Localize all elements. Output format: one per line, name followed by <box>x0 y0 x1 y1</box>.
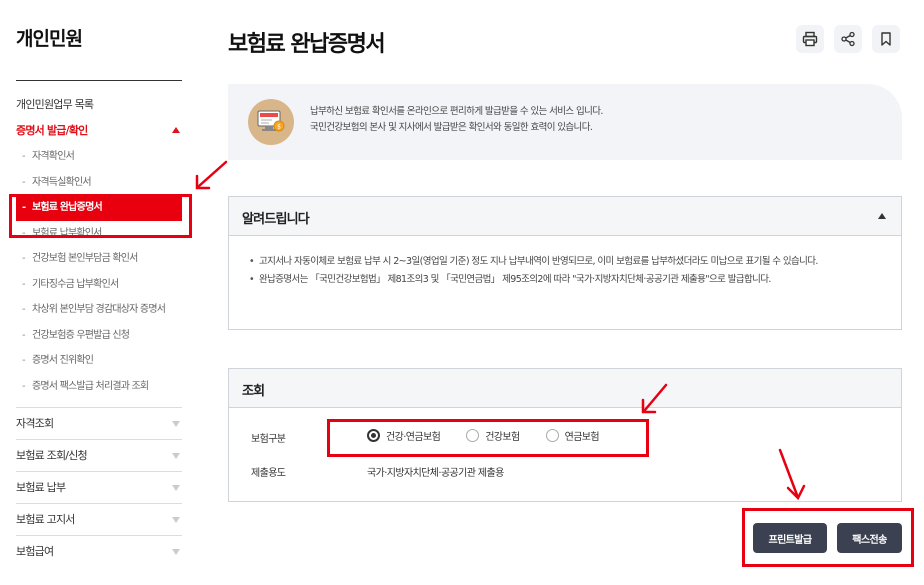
sidebar-subitem[interactable]: - 증명서 팩스발급 처리결과 조회 <box>16 374 182 400</box>
sidebar-subitem[interactable]: - 증명서 진위확인 <box>16 348 182 374</box>
chevron-down-icon <box>172 421 180 427</box>
annotation-box-sidebar <box>9 194 192 238</box>
bookmark-button[interactable] <box>872 25 900 53</box>
query-title: 조회 <box>242 384 265 399</box>
computer-coin-icon: $ <box>248 99 294 145</box>
purpose-label: 제출용도 <box>251 468 286 479</box>
sidebar-subitem[interactable]: - 건강보험증 우편발급 신청 <box>16 323 182 349</box>
chevron-down-icon <box>172 549 180 555</box>
chevron-down-icon <box>172 453 180 459</box>
service-info-box: $ 납부하신 보험료 확인서를 온라인으로 편리하게 발급받을 수 있는 서비스… <box>228 84 902 160</box>
sidebar-group[interactable]: 보험료 고지서 <box>16 503 182 535</box>
svg-text:$: $ <box>277 124 281 131</box>
bookmark-icon <box>881 32 891 46</box>
sidebar-divider <box>16 80 182 81</box>
sidebar-section-certificates[interactable]: 증명서 발급/확인 <box>16 118 182 144</box>
chevron-down-icon <box>172 485 180 491</box>
page-title: 보험료 완납증명서 <box>228 32 386 57</box>
sidebar-subitem[interactable]: - 자격확인서 <box>16 144 182 170</box>
annotation-box-radios <box>327 419 649 457</box>
sidebar-title: 개인민원 <box>16 28 83 50</box>
annotation-box-buttons <box>742 508 914 567</box>
sidebar-group[interactable]: 보험급여 <box>16 535 182 567</box>
sidebar-group[interactable]: 자격조회 <box>16 407 182 439</box>
chevron-up-icon <box>878 213 886 219</box>
sidebar-menu: 개인민원업무 목록 증명서 발급/확인 - 자격확인서 - 자격득실확인서 - 보험료… <box>16 92 182 567</box>
sidebar-group[interactable]: 보험료 조회/신청 <box>16 439 182 471</box>
share-icon <box>841 31 855 47</box>
sidebar-section-label: 증명서 발급/확인 <box>16 124 88 137</box>
service-description: 납부하신 보험료 확인서를 온라인으로 편리하게 발급받을 수 있는 서비스 입… <box>310 106 603 133</box>
notice-item: 고지서나 자동이체로 보험료 납부 시 2~3일(영업일 기준) 정도 지나 납… <box>249 254 883 269</box>
purpose-value: 국가·지방자치단체·공공기관 제출용 <box>367 468 504 479</box>
share-button[interactable] <box>834 25 862 53</box>
insurance-type-label: 보험구분 <box>251 434 286 445</box>
sidebar-subitem[interactable]: - 차상위 본인부담 경감대상자 증명서 <box>16 297 182 323</box>
sidebar-item-list[interactable]: 개인민원업무 목록 <box>16 92 182 118</box>
query-section-header: 조회 <box>228 368 902 408</box>
notice-toggle[interactable]: 알려드립니다 <box>228 196 902 236</box>
print-button[interactable] <box>796 25 824 53</box>
notice-item: 완납증명서는 「국민건강보험법」 제81조의3 및 「국민연금법」 제95조의2… <box>249 272 883 287</box>
sidebar-group[interactable]: 보험료 납부 <box>16 471 182 503</box>
chevron-up-icon <box>172 127 180 133</box>
sidebar-subitem[interactable]: - 건강보험 본인부담금 확인서 <box>16 246 182 272</box>
sidebar-subitem[interactable]: - 자격득실확인서 <box>16 170 182 196</box>
notice-title: 알려드립니다 <box>242 212 310 227</box>
sidebar-subitem[interactable]: - 기타징수금 납부확인서 <box>16 272 182 298</box>
printer-icon <box>802 31 818 47</box>
chevron-down-icon <box>172 517 180 523</box>
notice-content: 고지서나 자동이체로 보험료 납부 시 2~3일(영업일 기준) 정도 지나 납… <box>228 236 902 330</box>
